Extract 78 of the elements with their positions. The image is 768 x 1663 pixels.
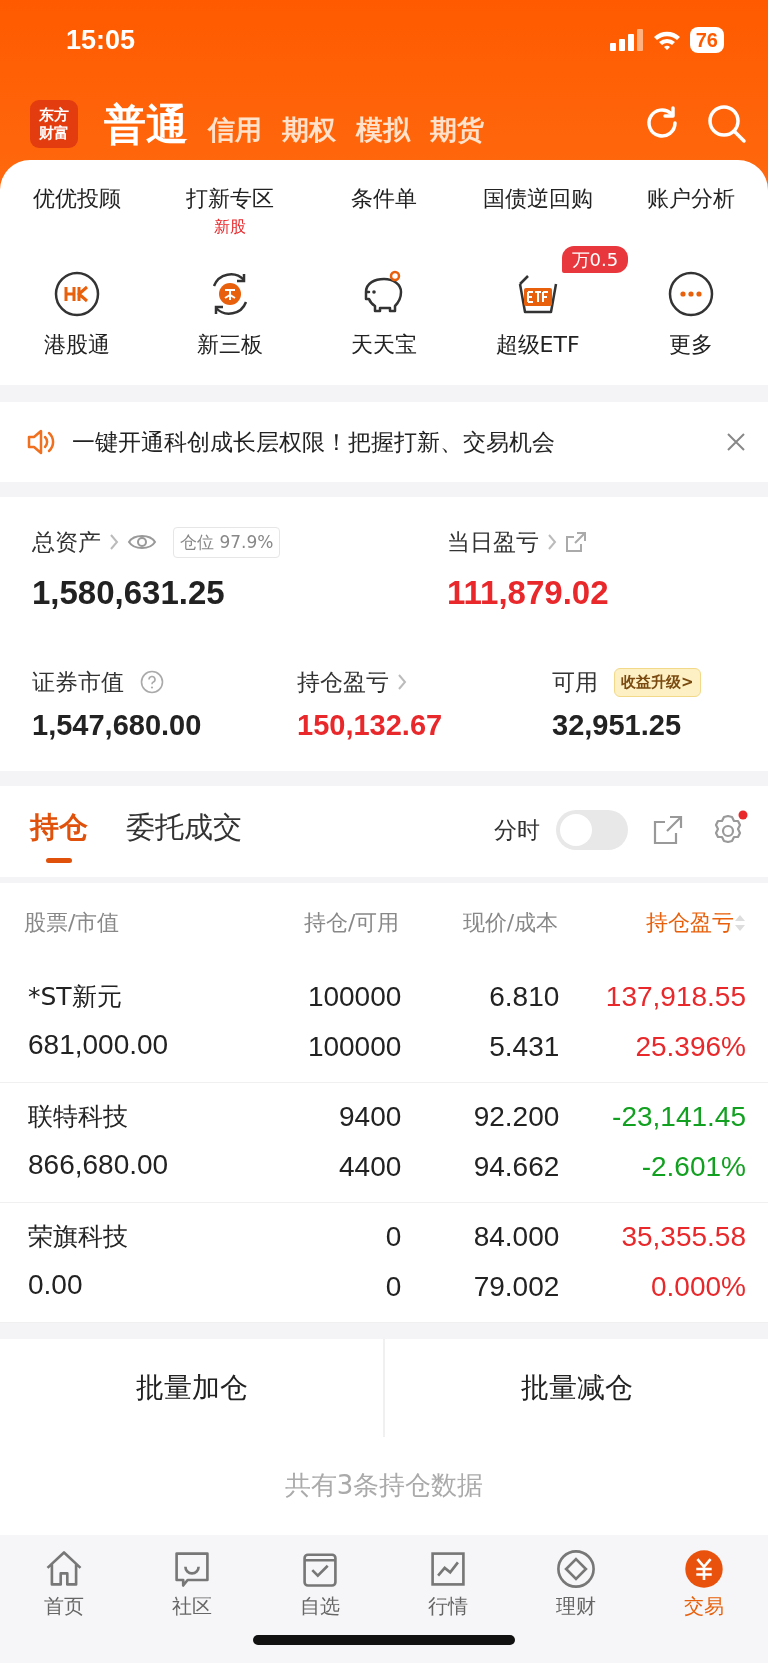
price-cell-text: 6.810	[488, 980, 560, 1014]
column-header[interactable]: 持仓盈亏	[645, 906, 734, 939]
holding-cell-text: 9400	[338, 1100, 402, 1134]
pl-percent-cell-text: 0.000%	[650, 1270, 746, 1304]
holding-cell-text: 0	[384, 1220, 402, 1254]
stock-name: *ST新元	[28, 981, 123, 1014]
battery-level: 76	[689, 27, 724, 53]
holding-cell-text: 100000	[306, 980, 402, 1014]
market-value-cell-text: 0.00	[28, 1267, 84, 1302]
market-value-label: 证券市值	[32, 668, 124, 697]
quick-menu-item[interactable]: 国债逆回购	[482, 182, 593, 215]
market-value-cell-text: 866,680.00	[28, 1147, 170, 1182]
close-icon[interactable]	[726, 432, 746, 452]
pl-cell-text: 35,355.58	[620, 1220, 746, 1254]
help-icon[interactable]	[140, 670, 164, 695]
pl-cell-text: 137,918.55	[604, 980, 746, 1014]
app-logo: 东方 财富	[30, 100, 78, 148]
search-icon[interactable]	[706, 103, 748, 145]
status-time: 15:05	[66, 23, 136, 57]
market-value-amount: 1,547,680.00	[32, 707, 203, 743]
available-value: 32,951.25	[552, 707, 682, 743]
position-ratio-tag: 仓位 97.9%	[173, 526, 281, 558]
holding-pl-label: 持仓盈亏	[297, 668, 389, 697]
chevron-icon[interactable]	[397, 673, 407, 692]
nav-tab[interactable]: 自选	[255, 1546, 384, 1621]
signal-icon	[609, 29, 644, 51]
chevron-icon[interactable]	[547, 533, 557, 552]
pl-percent-cell-text: -2.601%	[640, 1150, 746, 1184]
batch-button[interactable]: 批量减仓	[383, 1338, 768, 1437]
quick-menu-item[interactable]: 条件单	[351, 182, 417, 215]
available-cell-text: 0	[384, 1270, 402, 1304]
nav-tab[interactable]: 社区	[127, 1546, 256, 1621]
total-assets-label: 总资产	[32, 528, 101, 557]
holdings-tab[interactable]: 委托成交	[126, 806, 242, 877]
share-icon[interactable]	[565, 531, 587, 554]
upgrade-badge[interactable]: 收益升级>	[614, 668, 701, 697]
price-cell-text: 84.000	[472, 1220, 560, 1254]
column-header[interactable]: 股票/市值	[24, 906, 120, 939]
nav-tab[interactable]: 行情	[383, 1546, 512, 1621]
pl-percent-cell-text: 25.396%	[634, 1030, 746, 1064]
chevron-icon[interactable]	[109, 533, 119, 552]
promo-badge: 万0.5	[561, 246, 629, 273]
available-label: 可用	[552, 668, 598, 697]
holdings-tab[interactable]: 持仓	[30, 806, 88, 877]
daily-pl-value: 111,879.02	[447, 572, 609, 613]
quick-menu-item[interactable]: 更多	[669, 328, 714, 361]
quick-menu-item[interactable]: 天天宝	[351, 328, 417, 361]
time-share-label: 分时	[494, 816, 540, 845]
nav-tab[interactable]: 理财	[511, 1546, 640, 1621]
available-cell-text: 4400	[338, 1150, 402, 1184]
quick-menu-item[interactable]: 打新专区	[186, 182, 275, 215]
cost-cell-text: 94.662	[472, 1150, 560, 1184]
column-header[interactable]: 现价/成本	[462, 906, 559, 939]
column-header[interactable]: 持仓/可用	[304, 906, 400, 939]
quick-menu-item[interactable]: 新三板	[197, 328, 264, 361]
holding-pl-value: 150,132.67	[297, 707, 444, 743]
quick-menu-item[interactable]: 超级ETF	[495, 328, 580, 361]
total-assets-value: 1,580,631.25	[32, 572, 226, 613]
cost-cell-text: 5.431	[488, 1030, 560, 1064]
cost-cell-text: 79.002	[472, 1270, 560, 1304]
stock-name: 荣旗科技	[28, 1221, 129, 1254]
share-icon[interactable]	[652, 814, 684, 847]
batch-button[interactable]: 批量加仓	[0, 1338, 383, 1437]
available-cell-text: 100000	[306, 1030, 402, 1064]
price-cell-text: 92.200	[472, 1100, 560, 1134]
new-stock-tag: 新股	[214, 215, 247, 239]
holdings-count-text: 共有3条持仓数据	[284, 1469, 484, 1502]
nav-tab[interactable]: 首页	[0, 1546, 128, 1621]
nav-tab[interactable]: 交易	[639, 1546, 768, 1621]
account-type-tab[interactable]: 普通	[94, 92, 198, 156]
quick-menu-item[interactable]: 港股通	[43, 328, 110, 361]
quick-menu-item[interactable]: 账户分析	[647, 182, 736, 215]
stock-name: 联特科技	[28, 1101, 129, 1134]
market-value-cell-text: 681,000.00	[28, 1027, 170, 1062]
quick-menu-item[interactable]: 优优投顾	[32, 182, 121, 215]
pl-cell-text: -23,141.45	[611, 1100, 746, 1134]
speaker-icon	[26, 428, 56, 456]
daily-pl-label: 当日盈亏	[447, 528, 539, 557]
